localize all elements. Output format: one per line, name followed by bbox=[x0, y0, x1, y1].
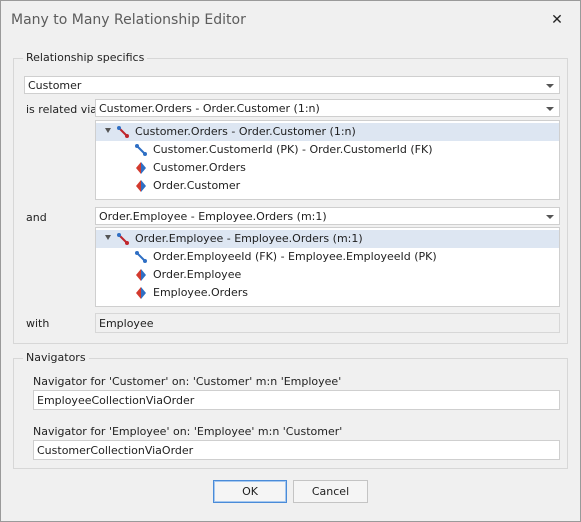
tree-node-navigator[interactable]: Order.Employee bbox=[96, 266, 559, 284]
navigator-icon bbox=[136, 180, 146, 192]
navigator-icon bbox=[136, 162, 146, 174]
tree-node-label: Order.EmployeeId (FK) - Employee.Employe… bbox=[153, 250, 437, 263]
navigator2-label: Navigator for 'Employee' on: 'Employee' … bbox=[33, 425, 343, 438]
navigator2-value: CustomerCollectionViaOrder bbox=[37, 444, 194, 457]
tree-node-label: Customer.Orders - Order.Customer (1:n) bbox=[135, 125, 356, 138]
chevron-down-icon bbox=[546, 215, 554, 219]
expand-arrow-icon[interactable] bbox=[105, 128, 111, 133]
relation1-combo[interactable]: Customer.Orders - Order.Customer (1:n) bbox=[95, 99, 560, 117]
navigator-icon bbox=[136, 287, 146, 299]
tree-node-label: Customer.CustomerId (PK) - Order.Custome… bbox=[153, 143, 433, 156]
relation-icon bbox=[117, 233, 129, 245]
relation-icon bbox=[117, 126, 129, 138]
tree-node-relation1-root[interactable]: Customer.Orders - Order.Customer (1:n) bbox=[96, 123, 559, 141]
relation2-combo[interactable]: Order.Employee - Employee.Orders (m:1) bbox=[95, 207, 560, 225]
ok-button[interactable]: OK bbox=[213, 480, 287, 503]
navigator1-input[interactable]: EmployeeCollectionViaOrder bbox=[33, 390, 560, 410]
tree-node-field-pair[interactable]: Order.EmployeeId (FK) - Employee.Employe… bbox=[96, 248, 559, 266]
tree-node-label: Employee.Orders bbox=[153, 286, 248, 299]
tree-node-navigator[interactable]: Customer.Orders bbox=[96, 159, 559, 177]
relation2-combo-value: Order.Employee - Employee.Orders (m:1) bbox=[99, 210, 327, 223]
and-label: and bbox=[26, 211, 47, 224]
tree-node-label: Order.Employee bbox=[153, 268, 242, 281]
chevron-down-icon bbox=[546, 107, 554, 111]
field-relation-icon bbox=[135, 144, 147, 156]
field-relation-icon bbox=[135, 251, 147, 263]
tree-node-field-pair[interactable]: Customer.CustomerId (PK) - Order.Custome… bbox=[96, 141, 559, 159]
tree-node-label: Customer.Orders bbox=[153, 161, 246, 174]
tree-node-navigator[interactable]: Order.Customer bbox=[96, 177, 559, 195]
tree-node-label: Order.Customer bbox=[153, 179, 241, 192]
dialog-window: Many to Many Relationship Editor ✕ Relat… bbox=[0, 0, 581, 522]
relation2-tree[interactable]: Order.Employee - Employee.Orders (m:1) O… bbox=[95, 227, 560, 307]
navigators-legend: Navigators bbox=[23, 351, 89, 364]
navigator2-input[interactable]: CustomerCollectionViaOrder bbox=[33, 440, 560, 460]
title-bar: Many to Many Relationship Editor ✕ bbox=[1, 1, 580, 39]
window-title: Many to Many Relationship Editor bbox=[11, 12, 246, 28]
navigator1-value: EmployeeCollectionViaOrder bbox=[37, 394, 195, 407]
tree-node-relation2-root[interactable]: Order.Employee - Employee.Orders (m:1) bbox=[96, 230, 559, 248]
close-icon[interactable]: ✕ bbox=[548, 11, 566, 29]
relation1-combo-value: Customer.Orders - Order.Customer (1:n) bbox=[99, 102, 320, 115]
with-entity-field: Employee bbox=[95, 313, 560, 333]
relation1-tree[interactable]: Customer.Orders - Order.Customer (1:n) C… bbox=[95, 120, 560, 200]
entity-combo[interactable]: Customer bbox=[24, 76, 560, 94]
is-related-via-label: is related via bbox=[26, 103, 97, 116]
with-entity-value: Employee bbox=[99, 317, 154, 330]
relationship-specifics-legend: Relationship specifics bbox=[23, 51, 148, 64]
navigator-icon bbox=[136, 269, 146, 281]
cancel-button[interactable]: Cancel bbox=[293, 480, 368, 503]
expand-arrow-icon[interactable] bbox=[105, 235, 111, 240]
tree-node-navigator[interactable]: Employee.Orders bbox=[96, 284, 559, 302]
chevron-down-icon bbox=[546, 84, 554, 88]
navigator1-label: Navigator for 'Customer' on: 'Customer' … bbox=[33, 375, 342, 388]
with-label: with bbox=[26, 317, 50, 330]
entity-combo-value: Customer bbox=[28, 79, 82, 92]
tree-node-label: Order.Employee - Employee.Orders (m:1) bbox=[135, 232, 363, 245]
